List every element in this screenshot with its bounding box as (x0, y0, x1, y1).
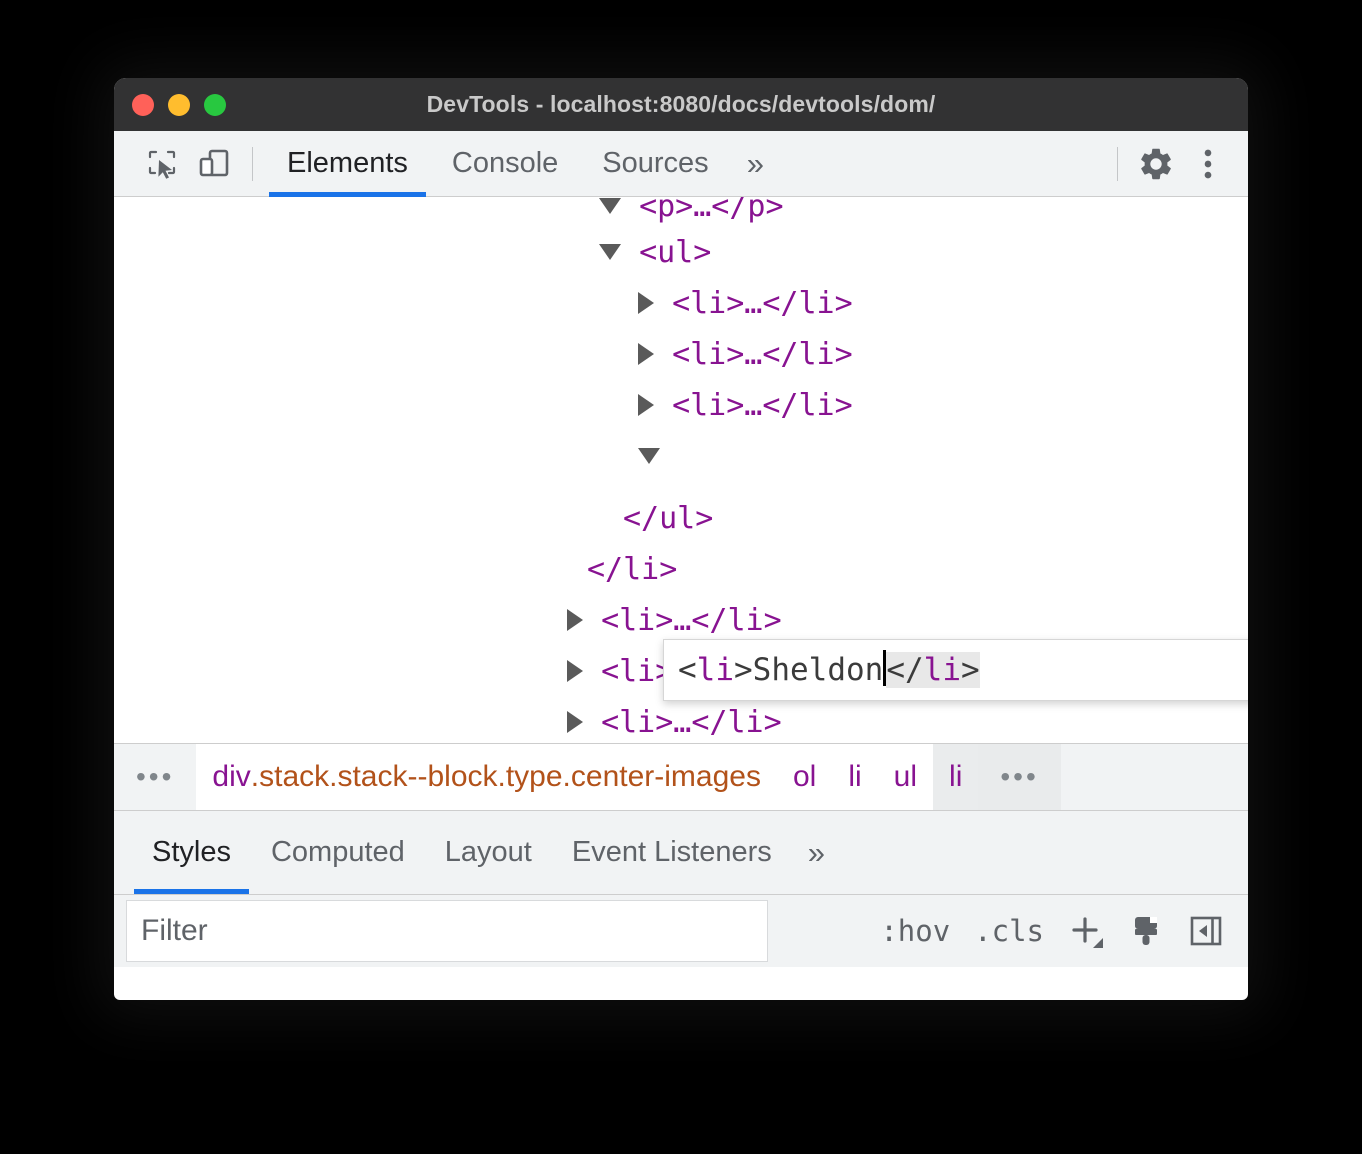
tab-layout[interactable]: Layout (425, 811, 552, 894)
breadcrumb-item-ol[interactable]: ol (776, 744, 833, 810)
expand-triangle-icon[interactable] (567, 710, 583, 733)
text-caret (883, 650, 887, 686)
kebab-menu-icon[interactable] (1182, 138, 1234, 190)
breadcrumb-trailing-dots: ••• (1000, 761, 1039, 792)
window-controls (132, 78, 226, 131)
toolbar-right-group (1105, 138, 1248, 190)
dom-node-ul-text: <ul> (639, 235, 712, 270)
window-title: DevTools - localhost:8080/docs/devtools/… (426, 91, 936, 117)
tab-console[interactable]: Console (430, 131, 580, 197)
expand-triangle-icon[interactable] (567, 659, 583, 682)
paintbrush-icon[interactable] (1118, 903, 1174, 959)
breadcrumb-item-div-tag: div (212, 760, 251, 793)
expand-triangle-icon[interactable] (638, 291, 654, 314)
more-panels-chevron-icon[interactable]: » (731, 131, 780, 197)
dom-node-li-7-text: <li>…</li> (601, 705, 782, 740)
toolbar-divider-right (1117, 146, 1118, 181)
maximize-window-button[interactable] (204, 93, 226, 116)
styles-filter-actions: :hov .cls (870, 903, 1234, 959)
edit-text-content: Sheldon (752, 652, 884, 688)
breadcrumb-item-div[interactable]: div .stack.stack--block.type.center-image… (196, 744, 777, 810)
device-toolbar-icon[interactable] (188, 138, 240, 190)
breadcrumb-item-ul[interactable]: ul (877, 744, 934, 810)
hover-state-label: :hov (880, 914, 951, 948)
dom-tree-pane[interactable]: <p>…</p> <ul> <li>…</li> <li>…</li> <li>… (114, 197, 1248, 743)
breadcrumb-item-li-outer[interactable]: li (832, 744, 878, 810)
tab-event-listeners[interactable]: Event Listeners (552, 811, 792, 894)
devtools-window: DevTools - localhost:8080/docs/devtools/… (114, 78, 1248, 1000)
breadcrumb-item-ul-tag: ul (893, 760, 918, 793)
breadcrumb-overflow-left-button[interactable]: ••• (114, 744, 196, 810)
tab-styles-label: Styles (152, 836, 231, 868)
collapse-triangle-icon[interactable] (638, 447, 660, 464)
tab-layout-label: Layout (444, 836, 532, 868)
tab-event-listeners-label: Event Listeners (571, 836, 772, 868)
breadcrumb-item-li-selected-tag: li (949, 760, 963, 793)
class-toggle-button[interactable]: .cls (964, 914, 1054, 948)
inspect-element-icon[interactable] (136, 138, 188, 190)
edit-open-gt: > (734, 652, 753, 688)
dom-node-ul-open[interactable]: <ul> (599, 227, 711, 278)
dom-node-li-3[interactable]: <li>…</li> (638, 380, 853, 431)
tab-elements-label: Elements (287, 147, 408, 179)
minimize-window-button[interactable] (168, 93, 190, 116)
close-window-button[interactable] (132, 93, 154, 116)
expand-triangle-icon[interactable] (638, 393, 654, 416)
dom-node-li-7[interactable]: <li>…</li> (567, 697, 782, 743)
edit-close-tag: li (923, 652, 961, 688)
styles-filter-bar: Filter :hov .cls (114, 895, 1248, 967)
dom-node-li-close-text: </li> (587, 552, 678, 587)
breadcrumb-item-div-classes: .stack.stack--block.type.center-images (250, 760, 761, 793)
styles-pane-tabs: Styles Computed Layout Event Listeners » (114, 811, 1248, 895)
tab-elements[interactable]: Elements (265, 131, 430, 197)
devtools-main-toolbar: Elements Console Sources » (114, 131, 1248, 197)
hover-state-button[interactable]: :hov (870, 914, 960, 948)
more-panels-label: » (746, 145, 764, 181)
dom-node-p-text: <p>…</p> (639, 197, 784, 224)
dom-node-li-close[interactable]: </li> (587, 544, 677, 595)
tab-computed[interactable]: Computed (251, 811, 425, 894)
breadcrumb-overflow-right-button[interactable]: ••• (978, 744, 1061, 810)
dom-node-li-2-text: <li>…</li> (672, 337, 853, 372)
expand-triangle-icon[interactable] (638, 342, 654, 365)
more-styles-tabs-chevron-icon[interactable]: » (792, 811, 841, 894)
dom-node-li-3-text: <li>…</li> (672, 388, 853, 423)
gear-icon[interactable] (1130, 138, 1182, 190)
breadcrumb-item-li-selected[interactable]: li (933, 744, 979, 810)
toolbar-divider (252, 146, 253, 181)
dom-node-ul-close[interactable]: </ul> (623, 493, 713, 544)
breadcrumb: ••• div .stack.stack--block.type.center-i… (114, 743, 1248, 811)
window-title-bar: DevTools - localhost:8080/docs/devtools/… (114, 78, 1248, 131)
new-style-rule-button[interactable] (1058, 903, 1114, 959)
panel-tabs: Elements Console Sources » (265, 131, 780, 197)
tab-styles[interactable]: Styles (132, 811, 251, 894)
expand-triangle-icon[interactable] (567, 608, 583, 631)
toggle-sidebar-icon[interactable] (1178, 903, 1234, 959)
dom-node-li-5-text: <li>…</li> (601, 603, 782, 638)
expand-triangle-icon[interactable] (599, 197, 621, 214)
class-toggle-label: .cls (974, 914, 1044, 948)
filter-input[interactable]: Filter (126, 900, 768, 962)
tab-sources-label: Sources (602, 147, 709, 179)
dom-node-li-2[interactable]: <li>…</li> (638, 329, 853, 380)
breadcrumb-item-ol-tag: ol (792, 760, 817, 793)
breadcrumb-item-li-outer-tag: li (848, 760, 862, 793)
tab-console-label: Console (451, 147, 559, 179)
filter-placeholder: Filter (141, 914, 208, 947)
dom-node-li-1[interactable]: <li>…</li> (638, 278, 853, 329)
screenshot-root: DevTools - localhost:8080/docs/devtools/… (0, 0, 1362, 1154)
dom-node-li-1-text: <li>…</li> (672, 286, 853, 321)
inline-html-edit-input[interactable]: < li > Sheldon </li > (663, 639, 1248, 701)
edit-open-tag: li (696, 652, 734, 688)
tab-computed-label: Computed (270, 836, 405, 868)
collapse-triangle-icon[interactable] (599, 243, 621, 260)
more-styles-tabs-label: » (807, 834, 826, 870)
edit-close-gt: > (960, 652, 980, 688)
edit-close-lt: </ (886, 652, 924, 688)
dom-node-li-4-editing[interactable] (638, 431, 660, 482)
dom-node-ul-close-text: </ul> (623, 501, 714, 536)
edit-open-lt: < (678, 652, 697, 688)
breadcrumb-leading-dots: ••• (136, 761, 175, 792)
tab-sources[interactable]: Sources (580, 131, 730, 197)
